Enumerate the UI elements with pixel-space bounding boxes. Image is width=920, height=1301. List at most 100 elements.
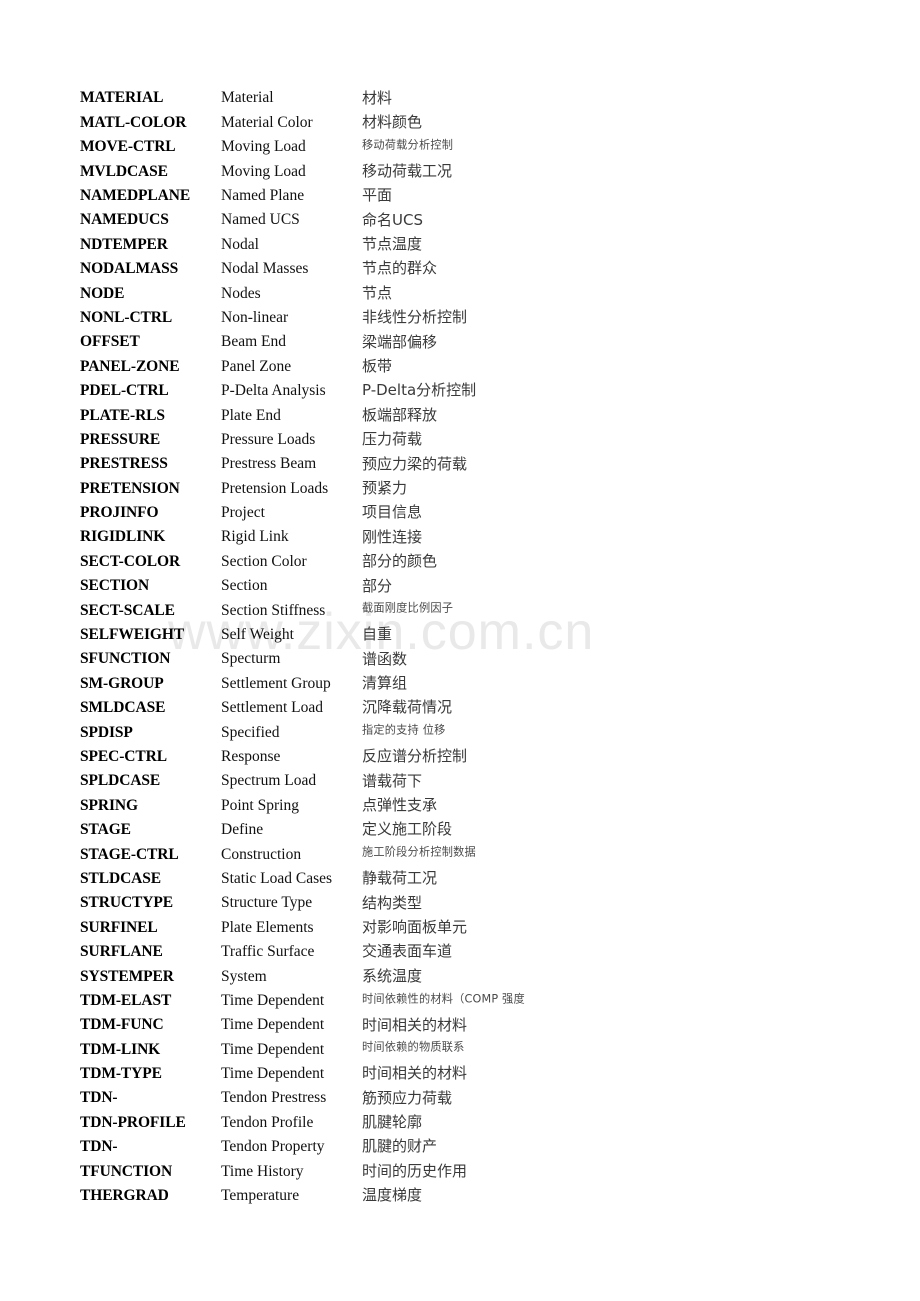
- keyword-chinese-cell: 静载荷工况: [362, 869, 438, 888]
- keyword-english-cell: Specified: [221, 723, 280, 741]
- keyword-chinese-cell: 截面刚度比例因子: [362, 598, 560, 622]
- table-row: TDM-LINK Time Dependent 时间依赖的物质联系: [80, 1037, 560, 1061]
- keyword-english-cell: Named UCS: [221, 211, 300, 229]
- keyword-english-cell: Panel Zone: [221, 357, 292, 375]
- table-row: NDTEMPER Nodal 节点温度: [80, 232, 560, 256]
- keyword-code-cell: TDM-TYPE: [80, 1065, 162, 1083]
- keyword-code-cell: STRUCTYPE: [80, 894, 173, 912]
- keyword-code-cell: THERGRAD: [80, 1187, 169, 1205]
- table-row: SECTION Section 部分: [80, 574, 560, 598]
- glossary-table-body: MATERIAL Material 材料 MATL-COLOR Material Col…: [80, 86, 560, 1208]
- keyword-chinese-text: 移动荷载分析控制: [362, 138, 454, 152]
- keyword-code-cell: MATERIAL: [80, 89, 164, 107]
- keyword-english-cell: System: [221, 967, 267, 985]
- keyword-english-cell: Section Stiffness: [221, 601, 326, 619]
- keyword-english-cell: Material Color: [221, 113, 313, 131]
- keyword-chinese-cell: 谱载荷下: [362, 771, 423, 790]
- keyword-chinese-cell: 指定的支持 位移: [362, 720, 560, 744]
- keyword-english-cell: Time Dependent: [221, 1016, 325, 1034]
- keyword-chinese-cell: 刚性连接: [362, 527, 423, 546]
- keyword-english-cell: Settlement Load: [221, 699, 324, 717]
- keyword-chinese-cell: 筋预应力荷载: [362, 1088, 453, 1107]
- keyword-chinese-cell: 沉降载荷情况: [362, 698, 453, 717]
- keyword-english-cell: Pressure Loads: [221, 430, 316, 448]
- keyword-chinese-cell: 部分: [362, 576, 393, 595]
- table-row: MATL-COLOR Material Color 材料颜色: [80, 110, 560, 134]
- table-row: TDN-PROFILE Tendon Profile 肌腱轮廓: [80, 1110, 560, 1134]
- keyword-chinese-cell: 自重: [362, 625, 393, 644]
- keyword-chinese-cell: 时间相关的材料: [362, 1064, 468, 1083]
- keyword-chinese-cell: 预紧力: [362, 478, 408, 497]
- keyword-english-cell: Self Weight: [221, 626, 294, 644]
- keyword-english-cell: Response: [221, 747, 281, 765]
- table-row: STLDCASE Static Load Cases 静载荷工况: [80, 867, 560, 891]
- keyword-code-cell: NAMEDUCS: [80, 211, 169, 229]
- keyword-english-cell: Nodes: [221, 284, 261, 302]
- keyword-english-cell: Prestress Beam: [221, 455, 317, 473]
- table-row: NODE Nodes 节点: [80, 281, 560, 305]
- keyword-chinese-cell: 谱函数: [362, 649, 408, 668]
- table-row: SYSTEMPER System 系统温度: [80, 964, 560, 988]
- keyword-chinese-cell: 部分的颜色: [362, 552, 438, 571]
- table-row: SFUNCTION Specturm 谱函数: [80, 647, 560, 671]
- keyword-code-cell: SM-GROUP: [80, 674, 164, 692]
- keyword-english-cell: Structure Type: [221, 894, 313, 912]
- keyword-code-cell: PROJINFO: [80, 504, 159, 522]
- keyword-english-cell: Settlement Group: [221, 674, 331, 692]
- keyword-chinese-cell: 梁端部偏移: [362, 332, 438, 351]
- table-row: SPDISP Specified 指定的支持 位移: [80, 720, 560, 744]
- table-row: SURFLANE Traffic Surface 交通表面车道: [80, 940, 560, 964]
- glossary-table: MATERIAL Material 材料 MATL-COLOR Material Col…: [80, 86, 560, 1208]
- keyword-chinese-cell: 材料颜色: [362, 113, 423, 132]
- table-row: NODALMASS Nodal Masses 节点的群众: [80, 257, 560, 281]
- table-row: MOVE-CTRL Moving Load 移动荷载分析控制: [80, 135, 560, 159]
- keyword-chinese-cell: 系统温度: [362, 966, 423, 985]
- keyword-english-cell: Temperature: [221, 1187, 300, 1205]
- keyword-code-cell: MOVE-CTRL: [80, 138, 176, 156]
- table-row: SM-GROUP Settlement Group 清算组: [80, 671, 560, 695]
- keyword-code-cell: TDN-PROFILE: [80, 1113, 186, 1131]
- keyword-english-cell: Time Dependent: [221, 991, 325, 1009]
- keyword-chinese-cell: 材料: [362, 88, 393, 107]
- keyword-code-cell: SECTION: [80, 577, 150, 595]
- keyword-code-cell: STLDCASE: [80, 869, 162, 887]
- keyword-english-cell: Tendon Profile: [221, 1113, 314, 1131]
- keyword-chinese-cell: 时间依赖性的材料（COMP 强度: [362, 988, 560, 1012]
- keyword-english-cell: Point Spring: [221, 796, 299, 814]
- table-row: NAMEDPLANE Named Plane 平面: [80, 184, 560, 208]
- keyword-english-cell: Beam End: [221, 333, 286, 351]
- keyword-code-cell: NONL-CTRL: [80, 308, 173, 326]
- keyword-chinese-cell: 温度梯度: [362, 1186, 423, 1205]
- keyword-english-cell: Specturm: [221, 650, 281, 668]
- keyword-chinese-cell: 项目信息: [362, 503, 423, 522]
- keyword-code-cell: NODALMASS: [80, 260, 179, 278]
- table-row: PDEL-CTRL P-Delta Analysis P-Delta分析控制: [80, 379, 560, 403]
- table-row: TDM-ELAST Time Dependent 时间依赖性的材料（COMP 强度: [80, 988, 560, 1012]
- keyword-code-cell: PRETENSION: [80, 479, 180, 497]
- keyword-code-cell: RIGIDLINK: [80, 528, 166, 546]
- table-row: TDM-FUNC Time Dependent 时间相关的材料: [80, 1013, 560, 1037]
- keyword-chinese-text: 截面刚度比例因子: [362, 602, 454, 616]
- table-row: STAGE-CTRL Construction 施工阶段分析控制数据: [80, 842, 560, 866]
- keyword-code-cell: PANEL-ZONE: [80, 357, 180, 375]
- table-row: SPLDCASE Spectrum Load 谱载荷下: [80, 769, 560, 793]
- keyword-code-cell: TDM-FUNC: [80, 1016, 164, 1034]
- table-row: MATERIAL Material 材料: [80, 86, 560, 110]
- table-row: STAGE Define 定义施工阶段: [80, 818, 560, 842]
- keyword-code-cell: SPLDCASE: [80, 772, 161, 790]
- table-row: TFUNCTION Time History 时间的历史作用: [80, 1159, 560, 1183]
- keyword-chinese-cell: 节点: [362, 283, 393, 302]
- keyword-chinese-cell: 时间相关的材料: [362, 1015, 468, 1034]
- keyword-english-cell: Time History: [221, 1162, 304, 1180]
- keyword-english-cell: Construction: [221, 845, 302, 863]
- table-row: SMLDCASE Settlement Load 沉降载荷情况: [80, 696, 560, 720]
- keyword-english-cell: Traffic Surface: [221, 943, 315, 961]
- table-row: SURFINEL Plate Elements 对影响面板单元: [80, 915, 560, 939]
- table-row: TDN- Tendon Prestress 筋预应力荷载: [80, 1086, 560, 1110]
- keyword-chinese-cell: 板带: [362, 356, 393, 375]
- keyword-chinese-cell: P-Delta分析控制: [362, 381, 477, 400]
- keyword-code-cell: SYSTEMPER: [80, 967, 174, 985]
- keyword-chinese-cell: 清算组: [362, 674, 408, 693]
- keyword-code-cell: PDEL-CTRL: [80, 382, 169, 400]
- keyword-chinese-cell: 平面: [362, 186, 393, 205]
